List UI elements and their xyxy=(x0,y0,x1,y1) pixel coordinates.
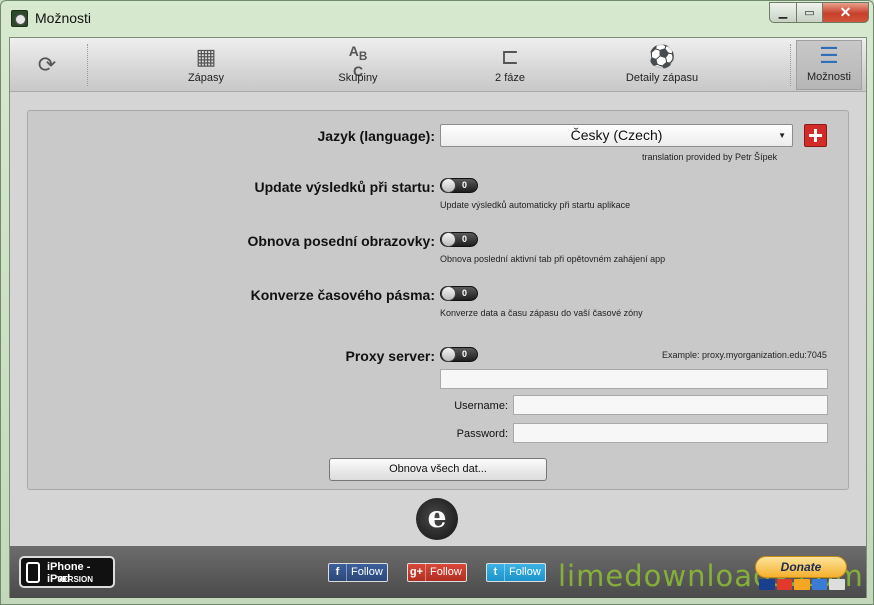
update-on-start-description: Update výsledků automaticky při startu a… xyxy=(440,200,631,210)
proxy-label: Proxy server: xyxy=(345,348,435,364)
swiss-flag-icon xyxy=(804,124,827,147)
timezone-description: Konverze data a času zápasu do vaší časo… xyxy=(440,308,643,318)
toggle-value: 0 xyxy=(462,234,468,244)
abc-groups-icon: AB C xyxy=(348,43,368,79)
title-bar[interactable]: Možnosti ▁ ▭ ✕ xyxy=(1,1,873,35)
tab-2-faze[interactable]: ⊏ 2 fáze xyxy=(455,42,565,88)
chevron-down-icon: ▼ xyxy=(778,131,786,140)
close-button[interactable]: ✕ xyxy=(823,2,869,23)
footer-bar: iPhone - iPad VERSION f Follow g+ Follow… xyxy=(10,546,866,598)
close-icon: ✕ xyxy=(839,4,852,20)
app-icon xyxy=(11,10,28,27)
language-value: Česky (Czech) xyxy=(570,127,663,143)
facebook-follow-button[interactable]: f Follow xyxy=(328,563,388,582)
googleplus-icon: g+ xyxy=(408,564,426,581)
settings-panel: Jazyk (language): Česky (Czech) ▼ transl… xyxy=(27,110,849,490)
toggle-value: 0 xyxy=(462,180,468,190)
update-on-start-toggle[interactable]: 0 xyxy=(440,178,478,193)
toggle-knob xyxy=(441,232,456,247)
restore-screen-label: Obnova posední obrazovky: xyxy=(247,233,435,249)
tab-skupiny-label: Skupiny xyxy=(338,72,378,84)
facebook-follow-label: Follow xyxy=(351,566,383,578)
tab-detaily-label: Detaily zápasu xyxy=(625,72,699,84)
bracket-icon: ⊏ xyxy=(500,44,520,69)
proxy-server-input[interactable] xyxy=(440,369,828,389)
restore-screen-description: Obnova poslední aktivní tab při opětovné… xyxy=(440,254,666,264)
list-icon: ☰ xyxy=(819,43,839,68)
toggle-knob xyxy=(441,286,456,301)
toolbar: ⟳ ▦ Zápasy AB C Skupiny ⊏ 2 fáze ⚽ Detail… xyxy=(10,38,866,92)
window-controls: ▁ ▭ ✕ xyxy=(769,2,869,23)
toggle-value: 0 xyxy=(462,288,468,298)
toolbar-separator xyxy=(790,44,791,86)
password-input[interactable] xyxy=(513,423,828,443)
tab-zapasy[interactable]: ▦ Zápasy xyxy=(151,42,261,88)
toggle-knob xyxy=(441,178,456,193)
language-label: Jazyk (language): xyxy=(317,128,435,144)
proxy-example: Example: proxy.myorganization.edu:7045 xyxy=(662,350,827,360)
translation-credit: translation provided by Petr Šípek xyxy=(642,152,778,162)
googleplus-follow-button[interactable]: g+ Follow xyxy=(407,563,467,582)
phone-icon xyxy=(26,562,40,583)
maximize-icon: ▭ xyxy=(804,7,815,19)
badge-line2: VERSION xyxy=(57,575,94,584)
tab-skupiny[interactable]: AB C Skupiny xyxy=(303,42,413,88)
username-input[interactable] xyxy=(513,395,828,415)
update-on-start-label: Update výsledků při startu: xyxy=(254,179,436,195)
restore-screen-toggle[interactable]: 0 xyxy=(440,232,478,247)
donate-button[interactable]: Donate xyxy=(755,556,847,578)
refresh-button[interactable]: ⟳ xyxy=(34,52,60,78)
toggle-value: 0 xyxy=(462,349,468,359)
minimize-button[interactable]: ▁ xyxy=(769,2,797,23)
tab-moznosti-label: Možnosti xyxy=(806,71,852,83)
tab-zapasy-label: Zápasy xyxy=(187,72,225,84)
client-area: ⟳ ▦ Zápasy AB C Skupiny ⊏ 2 fáze ⚽ Detail… xyxy=(9,37,867,598)
window-title: Možnosti xyxy=(35,10,92,26)
password-label: Password: xyxy=(456,428,508,440)
refresh-icon: ⟳ xyxy=(37,52,57,77)
toolbar-separator xyxy=(87,44,88,86)
timezone-toggle[interactable]: 0 xyxy=(440,286,478,301)
refresh-all-data-button[interactable]: Obnova všech dat... xyxy=(329,458,547,481)
minimize-icon: ▁ xyxy=(778,7,788,19)
payment-cards-icon xyxy=(759,579,845,591)
facebook-icon: f xyxy=(329,564,347,581)
timezone-label: Konverze časového pásma: xyxy=(250,287,435,303)
calendar-icon: ▦ xyxy=(195,44,217,69)
username-label: Username: xyxy=(454,400,508,412)
tab-detaily-zapasu[interactable]: ⚽ Detaily zápasu xyxy=(607,42,717,88)
maximize-button[interactable]: ▭ xyxy=(797,2,823,23)
twitter-follow-button[interactable]: t Follow xyxy=(486,563,546,582)
proxy-toggle[interactable]: 0 xyxy=(440,347,478,362)
twitter-icon: t xyxy=(487,564,505,581)
soccer-ball-icon: ⚽ xyxy=(648,44,676,69)
twitter-follow-label: Follow xyxy=(509,566,541,578)
tab-moznosti[interactable]: ☰ Možnosti xyxy=(796,40,862,90)
tab-2-faze-label: 2 fáze xyxy=(495,72,525,84)
googleplus-follow-label: Follow xyxy=(430,566,462,578)
toggle-knob xyxy=(441,347,456,362)
app-window: Možnosti ▁ ▭ ✕ ⟳ ▦ Zápasy AB C Skupiny ⊏ … xyxy=(0,0,874,605)
language-select[interactable]: Česky (Czech) ▼ xyxy=(440,124,793,147)
iphone-ipad-badge[interactable]: iPhone - iPad VERSION xyxy=(19,556,115,588)
app-logo-icon: e xyxy=(416,498,458,540)
